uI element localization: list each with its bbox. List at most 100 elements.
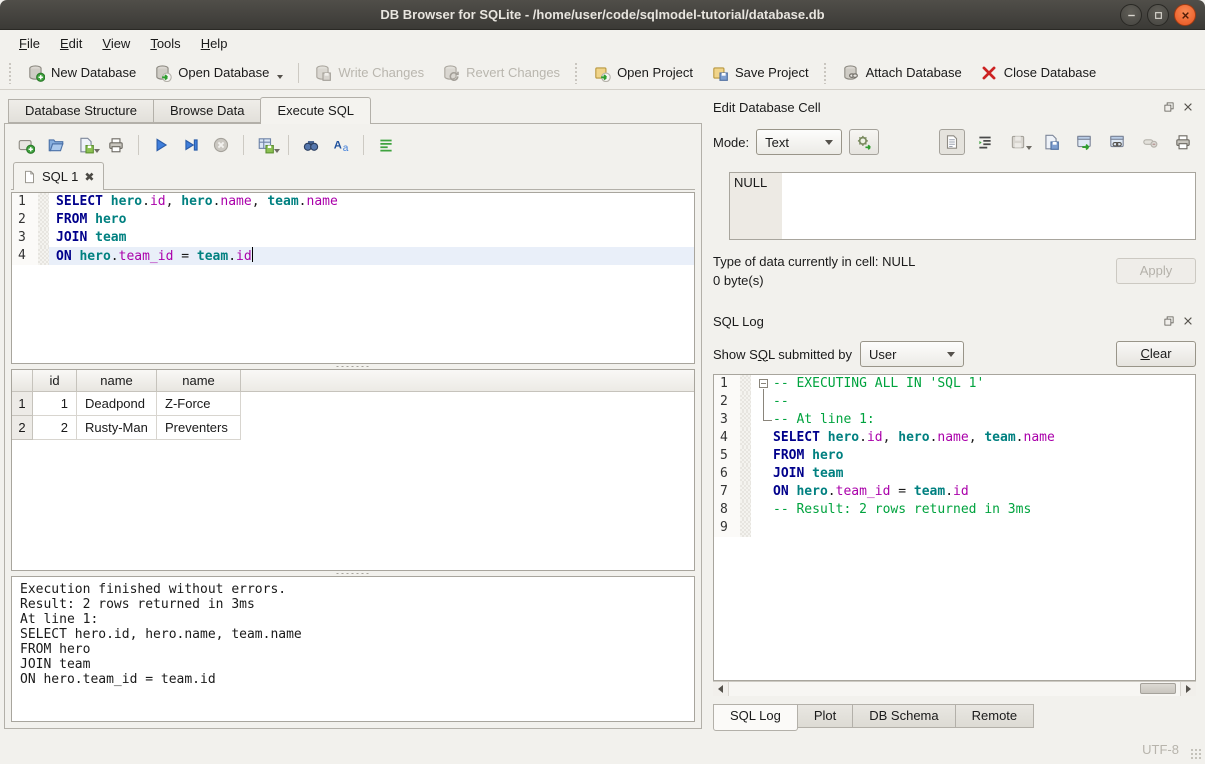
close-database-button[interactable]: Close Database: [972, 60, 1105, 86]
float-dock-button[interactable]: [1161, 99, 1177, 115]
bottom-tab-plot[interactable]: Plot: [798, 704, 853, 728]
tab-execute-sql[interactable]: Execute SQL: [260, 97, 371, 124]
write-changes-button[interactable]: Write Changes: [306, 60, 432, 86]
save-results-button[interactable]: [253, 132, 279, 158]
wrap-icon: [377, 136, 395, 154]
resize-grip[interactable]: [1190, 748, 1202, 760]
copy-link-button[interactable]: [1104, 129, 1130, 155]
code-text: -- EXECUTING ALL IN 'SQL 1': [751, 375, 1195, 393]
column-header[interactable]: name: [77, 370, 157, 392]
tab-browse-data[interactable]: Browse Data: [153, 99, 260, 123]
dropdown-arrow-icon[interactable]: [277, 75, 283, 79]
document-icon: [23, 170, 36, 184]
print-button[interactable]: [103, 132, 129, 158]
scrollbar-track[interactable]: [729, 682, 1180, 696]
dropdown-arrow-icon[interactable]: [274, 149, 280, 153]
line-number: 1: [714, 375, 740, 393]
bottom-tab-remote[interactable]: Remote: [956, 704, 1035, 728]
word-wrap-cell-button[interactable]: [972, 129, 998, 155]
sql-doc-tab[interactable]: SQL 1 ✖: [13, 162, 104, 190]
export-to-file-button[interactable]: [1071, 129, 1097, 155]
sql-log-title: SQL Log: [713, 314, 1158, 329]
find-button[interactable]: [298, 132, 324, 158]
maximize-button[interactable]: [1147, 4, 1169, 26]
cell-editor[interactable]: NULL: [729, 172, 1196, 240]
stop-button[interactable]: [208, 132, 234, 158]
code-text: JOIN team: [751, 465, 1195, 483]
set-as-null-button[interactable]: [1137, 129, 1163, 155]
sql-log-view[interactable]: 1-- EXECUTING ALL IN 'SQL 1'2--3-- At li…: [713, 374, 1196, 681]
text-cursor: [252, 247, 253, 262]
table-cell[interactable]: 1: [33, 392, 77, 416]
close-tab-icon[interactable]: ✖: [84, 170, 94, 184]
log-filter-select[interactable]: User: [860, 341, 964, 367]
code-text: FROM hero: [751, 447, 1195, 465]
table-cell[interactable]: Preventers: [157, 416, 241, 440]
menu-view[interactable]: View: [93, 33, 139, 54]
fold-margin: [38, 229, 49, 247]
float-dock-button[interactable]: [1161, 313, 1177, 329]
close-dock-button[interactable]: [1180, 99, 1196, 115]
mode-label: Mode:: [713, 135, 749, 150]
bottom-tab-sql-log[interactable]: SQL Log: [713, 704, 798, 731]
sql-editor[interactable]: 1SELECT hero.id, hero.name, team.name2FR…: [11, 192, 695, 364]
import-from-file-button[interactable]: [1038, 129, 1064, 155]
save-sql-file-button[interactable]: [73, 132, 99, 158]
column-header[interactable]: id: [33, 370, 77, 392]
menu-tools[interactable]: Tools: [141, 33, 189, 54]
code-text: -- At line 1:: [751, 411, 1195, 429]
dropdown-arrow-icon[interactable]: [1026, 146, 1032, 150]
attach-database-button[interactable]: Attach Database: [834, 60, 970, 86]
table-cell[interactable]: Rusty-Man: [77, 416, 157, 440]
close-dock-button[interactable]: [1180, 313, 1196, 329]
text-view-button[interactable]: [939, 129, 965, 155]
toolbar-separator: [288, 135, 289, 155]
bottom-tab-db-schema[interactable]: DB Schema: [853, 704, 955, 728]
toolbar-handle[interactable]: [574, 62, 579, 84]
row-number[interactable]: 2: [12, 416, 33, 440]
dropdown-arrow-icon[interactable]: [94, 149, 100, 153]
new-database-button[interactable]: New Database: [19, 60, 144, 86]
print-cell-button[interactable]: [1170, 129, 1196, 155]
open-project-button[interactable]: Open Project: [585, 60, 701, 86]
scroll-right-arrow[interactable]: [1180, 682, 1196, 696]
open-database-button[interactable]: Open Database: [146, 60, 291, 86]
open-sql-file-button[interactable]: [43, 132, 69, 158]
table-cell[interactable]: Z-Force: [157, 392, 241, 416]
minimize-button[interactable]: [1120, 4, 1142, 26]
db-attach-icon: [842, 64, 860, 82]
cell-edit-area[interactable]: [782, 173, 1195, 239]
scrollbar-thumb[interactable]: [1140, 683, 1176, 694]
revert-changes-button[interactable]: Revert Changes: [434, 60, 568, 86]
menu-file[interactable]: File: [10, 33, 49, 54]
clear-log-button[interactable]: Clear: [1116, 341, 1196, 367]
mode-select[interactable]: Text: [756, 129, 842, 155]
word-wrap-button[interactable]: [373, 132, 399, 158]
fold-marker[interactable]: [758, 375, 773, 393]
find-replace-button[interactable]: Aa: [328, 132, 354, 158]
line-number: 2: [714, 393, 740, 411]
line-number: 6: [714, 465, 740, 483]
toolbar-handle[interactable]: [823, 62, 828, 84]
tab-database-structure[interactable]: Database Structure: [8, 99, 153, 123]
menu-help[interactable]: Help: [192, 33, 237, 54]
auto-mode-button[interactable]: [849, 129, 879, 155]
apply-button[interactable]: Apply: [1116, 258, 1196, 284]
column-header[interactable]: name: [157, 370, 241, 392]
code-line: 1 -- EXECUTING ALL IN 'SQL 1': [714, 375, 1195, 393]
table-cell[interactable]: Deadpond: [77, 392, 157, 416]
close-button[interactable]: [1174, 4, 1196, 26]
execute-all-button[interactable]: [148, 132, 174, 158]
row-number[interactable]: 1: [12, 392, 33, 416]
proj-open-icon: [593, 64, 611, 82]
scroll-left-arrow[interactable]: [713, 682, 729, 696]
log-horizontal-scrollbar[interactable]: [713, 681, 1196, 696]
menu-edit[interactable]: Edit: [51, 33, 91, 54]
toolbar-handle[interactable]: [8, 62, 13, 84]
code-text: SELECT hero.id, hero.name, team.name: [49, 193, 694, 211]
new-tab-button[interactable]: [13, 132, 39, 158]
table-cell[interactable]: 2: [33, 416, 77, 440]
execute-current-line-button[interactable]: [178, 132, 204, 158]
save-project-button[interactable]: Save Project: [703, 60, 817, 86]
save-cell-button[interactable]: [1005, 129, 1031, 155]
